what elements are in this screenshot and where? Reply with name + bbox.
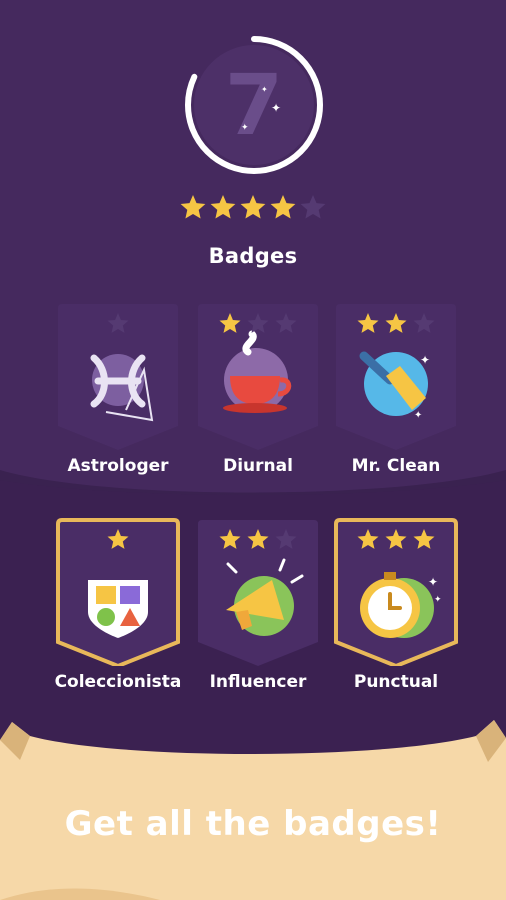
- star-filled-icon: [247, 529, 269, 549]
- badge-stars: [56, 526, 180, 556]
- star-empty-icon: [300, 195, 326, 219]
- page-title: Badges: [208, 244, 298, 268]
- star-empty-icon: [413, 313, 435, 333]
- badge-stars: [196, 310, 320, 340]
- level-rating: [0, 192, 506, 226]
- star-filled-icon: [357, 313, 379, 333]
- svg-text:✦: ✦: [434, 595, 442, 605]
- star-filled-icon: [180, 195, 206, 219]
- svg-text:✦: ✦: [420, 353, 430, 367]
- cta-text: Get all the badges!: [64, 804, 442, 844]
- badge-label: Punctual: [353, 672, 439, 692]
- star-filled-icon: [210, 195, 236, 219]
- badge-stars: [196, 526, 320, 556]
- sparkle-icon: ✦: [271, 101, 281, 115]
- star-filled-icon: [385, 313, 407, 333]
- star-filled-icon: [357, 529, 379, 549]
- star-empty-icon: [107, 313, 129, 333]
- star-filled-icon: [270, 195, 296, 219]
- badge-label: Mr. Clean: [351, 456, 441, 476]
- scroll-banner: [0, 720, 506, 900]
- badge-stars: [334, 310, 458, 340]
- level-indicator: 7 ✦ ✦ ✦: [183, 34, 325, 176]
- star-empty-icon: [275, 313, 297, 333]
- badge-stars: [334, 526, 458, 556]
- svg-text:✦: ✦: [428, 575, 438, 589]
- svg-text:✦: ✦: [241, 123, 249, 133]
- star-filled-icon: [240, 195, 266, 219]
- badge-stars: [56, 310, 180, 340]
- star-empty-icon: [247, 313, 269, 333]
- star-filled-icon: [413, 529, 435, 549]
- star-filled-icon: [219, 313, 241, 333]
- svg-text:✦: ✦: [261, 85, 268, 94]
- star-empty-icon: [275, 529, 297, 549]
- star-filled-icon: [107, 529, 129, 549]
- svg-text:✦: ✦: [414, 410, 422, 421]
- star-filled-icon: [385, 529, 407, 549]
- star-filled-icon: [219, 529, 241, 549]
